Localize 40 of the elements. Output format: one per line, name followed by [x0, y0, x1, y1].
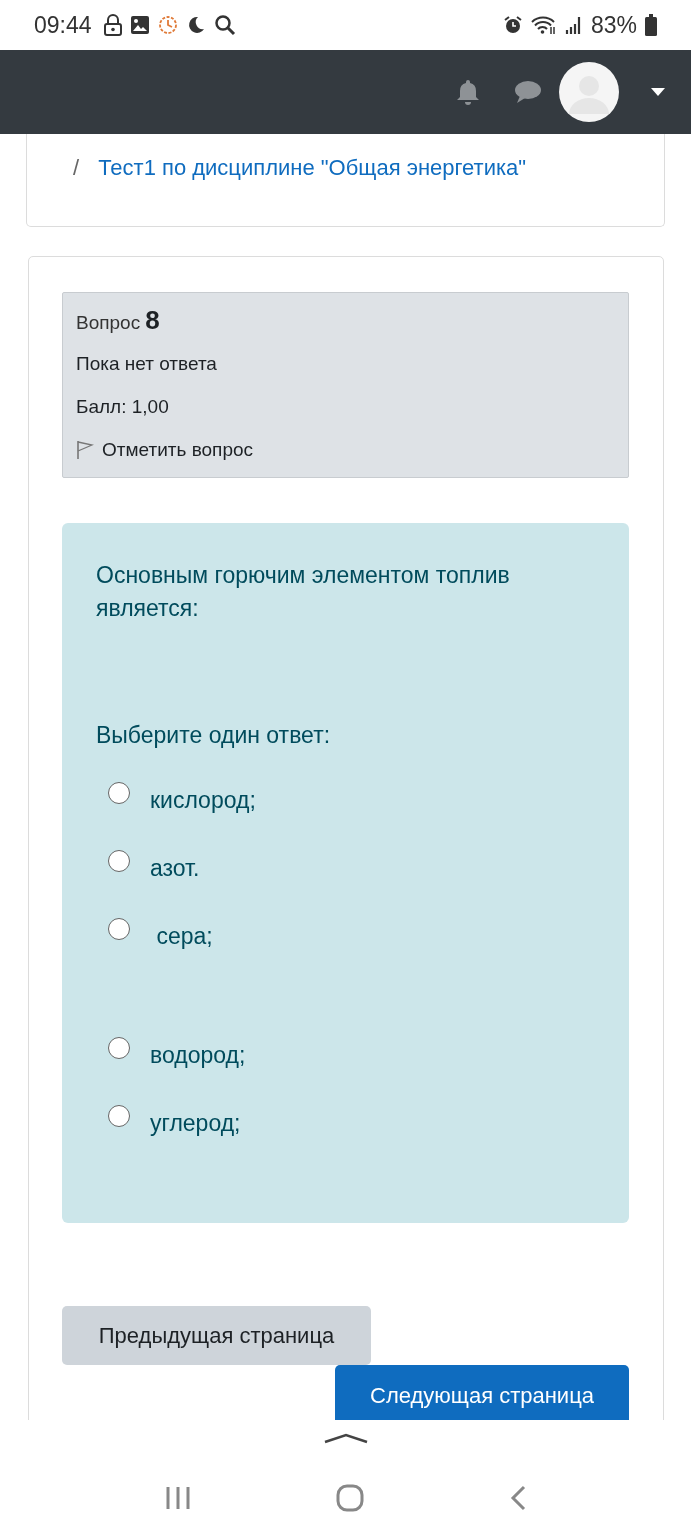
- flag-question-link[interactable]: Отметить вопрос: [102, 439, 254, 461]
- image-icon: [129, 15, 150, 35]
- breadcrumb-link[interactable]: Тест1 по дисциплине "Общая энергетика": [98, 153, 527, 183]
- answer-prompt: Выберите один ответ:: [96, 721, 332, 750]
- clock-icon: [157, 15, 178, 35]
- chevron-up-icon[interactable]: [322, 1432, 369, 1444]
- radio-button[interactable]: [108, 1037, 130, 1059]
- chat-icon[interactable]: [513, 80, 541, 104]
- back-icon[interactable]: [510, 1485, 527, 1511]
- wifi-icon: [530, 15, 557, 35]
- caret-icon[interactable]: [651, 88, 665, 96]
- clock-time: 09:44: [34, 11, 92, 39]
- flag-icon[interactable]: [76, 440, 94, 460]
- question-number: 8: [145, 305, 160, 336]
- question-text: Основным горючим элементом топлив является:: [96, 561, 511, 623]
- question-state: Пока нет ответа: [76, 352, 218, 376]
- radio-button[interactable]: [108, 918, 130, 940]
- option-label[interactable]: кислород;: [150, 783, 256, 817]
- radio-button[interactable]: [108, 782, 130, 804]
- signal-icon: [564, 15, 583, 35]
- radio-button[interactable]: [108, 850, 130, 872]
- breadcrumb-separator: /: [73, 154, 80, 182]
- lock-icon: [103, 14, 122, 36]
- option-label[interactable]: водород;: [150, 1038, 246, 1072]
- question-mark: Балл: 1,00: [76, 395, 170, 419]
- home-icon[interactable]: [336, 1484, 365, 1512]
- alarm-icon: [502, 15, 523, 35]
- question-label: Вопрос: [76, 312, 141, 334]
- previous-page-button[interactable]: Предыдущая страница: [62, 1306, 371, 1365]
- avatar-icon[interactable]: [559, 62, 619, 122]
- next-page-button[interactable]: Следующая страница: [335, 1365, 629, 1420]
- option-label[interactable]: углерод;: [150, 1106, 241, 1140]
- option-label[interactable]: азот.: [150, 851, 200, 885]
- radio-button[interactable]: [108, 1105, 130, 1127]
- search-icon: [213, 14, 236, 36]
- bell-icon[interactable]: [455, 78, 481, 106]
- battery-percentage: 83%: [590, 11, 637, 39]
- battery-icon: [645, 14, 657, 36]
- recent-apps-icon[interactable]: [164, 1486, 191, 1510]
- option-label[interactable]: сера;: [150, 919, 213, 953]
